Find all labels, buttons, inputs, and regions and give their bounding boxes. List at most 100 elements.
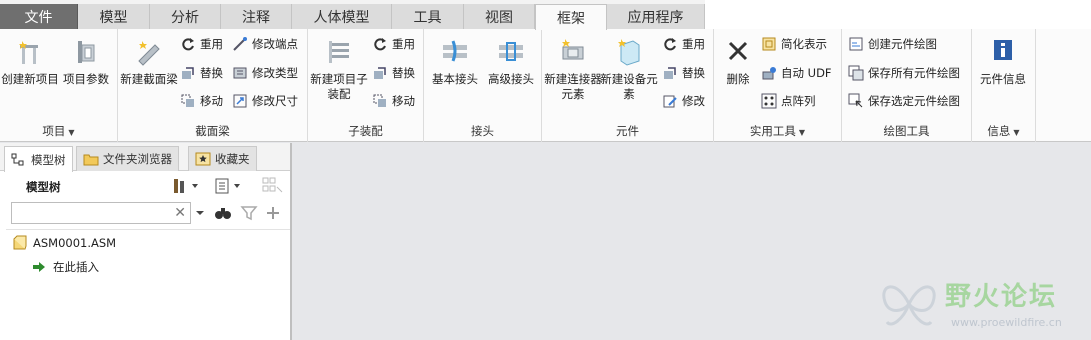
connector-element-icon — [562, 39, 584, 60]
new-section-beam-button[interactable]: 新建截面梁 — [120, 33, 178, 87]
project-params-button[interactable]: 项目参数 — [58, 33, 114, 87]
sub-reuse-button[interactable]: 重用 — [372, 34, 415, 54]
group-section-beam-label: 截面梁 — [195, 124, 230, 138]
watermark: 野火论坛 www.proewildfire.cn — [877, 272, 1087, 336]
tab-model-tree[interactable]: 模型树 — [4, 146, 73, 172]
tree-filter-button[interactable] — [262, 177, 284, 195]
tab-applications[interactable]: 应用程序 — [607, 4, 705, 29]
group-joint: 基本接头 高级接头 接头 — [424, 29, 542, 142]
show-list-icon — [215, 178, 240, 194]
simplify-button[interactable]: 简化表示 — [761, 34, 827, 54]
new-connector-label: 新建连接器元素 — [544, 72, 602, 101]
tab-file[interactable]: 文件 — [0, 4, 78, 29]
simplify-label: 简化表示 — [781, 37, 827, 51]
create-project-icon — [19, 41, 38, 64]
tab-annotate[interactable]: 注释 — [221, 4, 292, 29]
watermark-title: 野火论坛 — [945, 282, 1058, 312]
tree-settings-button[interactable] — [172, 177, 200, 195]
tree-search-input[interactable]: ✕ — [11, 202, 191, 224]
info-icon — [994, 40, 1012, 60]
sub-replace-button[interactable]: 替换 — [372, 63, 415, 83]
create-project-label: 创建新项目 — [1, 72, 59, 86]
project-params-label: 项目参数 — [63, 72, 109, 86]
create-drawing-label: 创建元件绘图 — [868, 37, 937, 51]
group-project-label[interactable]: 项目 ▼ — [0, 123, 117, 139]
auto-udf-button[interactable]: 自动 UDF — [761, 63, 832, 83]
element-replace-button[interactable]: 替换 — [662, 63, 705, 83]
tab-model[interactable]: 模型 — [78, 4, 150, 29]
group-utility: 删除 简化表示 自动 UDF 点阵列 实用工具 ▼ — [714, 29, 842, 142]
element-modify-label: 修改 — [682, 94, 705, 108]
modify-icon — [663, 95, 677, 108]
group-utility-label[interactable]: 实用工具 ▼ — [714, 123, 841, 139]
modify-size-button[interactable]: 修改尺寸 — [232, 91, 298, 111]
modify-type-button[interactable]: 修改类型 — [232, 63, 298, 83]
tab-folder-browser[interactable]: 文件夹浏览器 — [76, 146, 179, 171]
add-button[interactable] — [265, 204, 281, 222]
new-section-beam-label: 新建截面梁 — [120, 72, 178, 86]
tab-framework[interactable]: 框架 — [535, 4, 607, 30]
chevron-down-icon: ▼ — [1013, 128, 1020, 137]
modify-endpoint-button[interactable]: 修改端点 — [232, 34, 298, 54]
save-selected-drawings-button[interactable]: 保存选定元件绘图 — [848, 91, 960, 111]
new-equipment-button[interactable]: 新建设备元素 — [600, 33, 658, 102]
find-button[interactable] — [214, 204, 232, 222]
basic-joint-icon — [443, 40, 467, 62]
group-project-title: 项目 — [42, 124, 66, 138]
sub-move-button[interactable]: 移动 — [372, 91, 415, 111]
create-drawing-button[interactable]: 创建元件绘图 — [848, 34, 937, 54]
replace-icon — [182, 67, 194, 79]
save-all-drawings-icon — [848, 65, 864, 81]
arrow-right-icon — [33, 262, 45, 272]
beam-reuse-button[interactable]: 重用 — [180, 34, 223, 54]
group-info-title: 信息 — [987, 124, 1011, 138]
beam-replace-label: 替换 — [200, 66, 223, 80]
tab-tools[interactable]: 工具 — [392, 4, 464, 29]
tab-analysis[interactable]: 分析 — [150, 4, 221, 29]
element-info-label: 元件信息 — [980, 72, 1026, 86]
element-info-button[interactable]: 元件信息 — [975, 33, 1031, 87]
assembly-icon — [13, 235, 27, 250]
group-subassembly-label: 子装配 — [348, 124, 383, 138]
modify-type-label: 修改类型 — [252, 66, 298, 80]
favorites-icon — [195, 152, 211, 166]
tab-manikin[interactable]: 人体模型 — [292, 4, 392, 29]
replace-icon — [664, 67, 676, 79]
element-replace-label: 替换 — [682, 66, 705, 80]
tree-columns-icon — [262, 177, 283, 193]
beam-replace-button[interactable]: 替换 — [180, 63, 223, 83]
element-reuse-label: 重用 — [682, 37, 705, 51]
replace-icon — [374, 67, 386, 79]
create-project-button[interactable]: 创建新项目 — [1, 33, 59, 87]
search-options-button[interactable] — [194, 204, 206, 222]
graphics-window[interactable]: 野火论坛 www.proewildfire.cn — [294, 143, 1091, 340]
show-button[interactable] — [214, 177, 242, 195]
group-info-label[interactable]: 信息 ▼ — [972, 123, 1035, 139]
tree-item-asm-label: ASM0001.ASM — [33, 236, 117, 250]
clear-icon[interactable]: ✕ — [174, 205, 186, 221]
save-all-drawings-button[interactable]: 保存所有元件绘图 — [848, 63, 960, 83]
tab-view[interactable]: 视图 — [464, 4, 535, 29]
point-pattern-button[interactable]: 点阵列 — [761, 91, 816, 111]
tree-item-asm[interactable]: ASM0001.ASM — [12, 235, 116, 251]
modify-size-icon — [233, 94, 247, 108]
tools-icon — [174, 179, 198, 193]
element-reuse-button[interactable]: 重用 — [662, 34, 705, 54]
ribbon: 创建新项目 项目参数 项目 ▼ 新建截面梁 重用 替换 移动 修改端点 修改类型… — [0, 29, 1091, 142]
new-connector-button[interactable]: 新建连接器元素 — [544, 33, 602, 102]
chevron-down-icon: ▼ — [68, 128, 75, 137]
beam-move-button[interactable]: 移动 — [180, 91, 223, 111]
tree-item-insert-here[interactable]: 在此插入 — [32, 259, 99, 275]
group-drawing-tools: 创建元件绘图 保存所有元件绘图 保存选定元件绘图 绘图工具 — [842, 29, 972, 142]
tab-favorites[interactable]: 收藏夹 — [188, 146, 257, 171]
advanced-joint-button[interactable]: 高级接头 — [483, 33, 539, 87]
new-subassembly-button[interactable]: 新建项目子装配 — [310, 33, 368, 102]
modify-size-label: 修改尺寸 — [252, 94, 298, 108]
filter-button[interactable] — [240, 204, 258, 222]
tab-favorites-label: 收藏夹 — [215, 152, 250, 166]
element-modify-button[interactable]: 修改 — [662, 91, 705, 111]
delete-button[interactable]: 删除 — [710, 33, 766, 87]
tree-divider — [6, 229, 290, 230]
new-subassembly-label: 新建项目子装配 — [310, 72, 368, 101]
basic-joint-button[interactable]: 基本接头 — [427, 33, 483, 87]
